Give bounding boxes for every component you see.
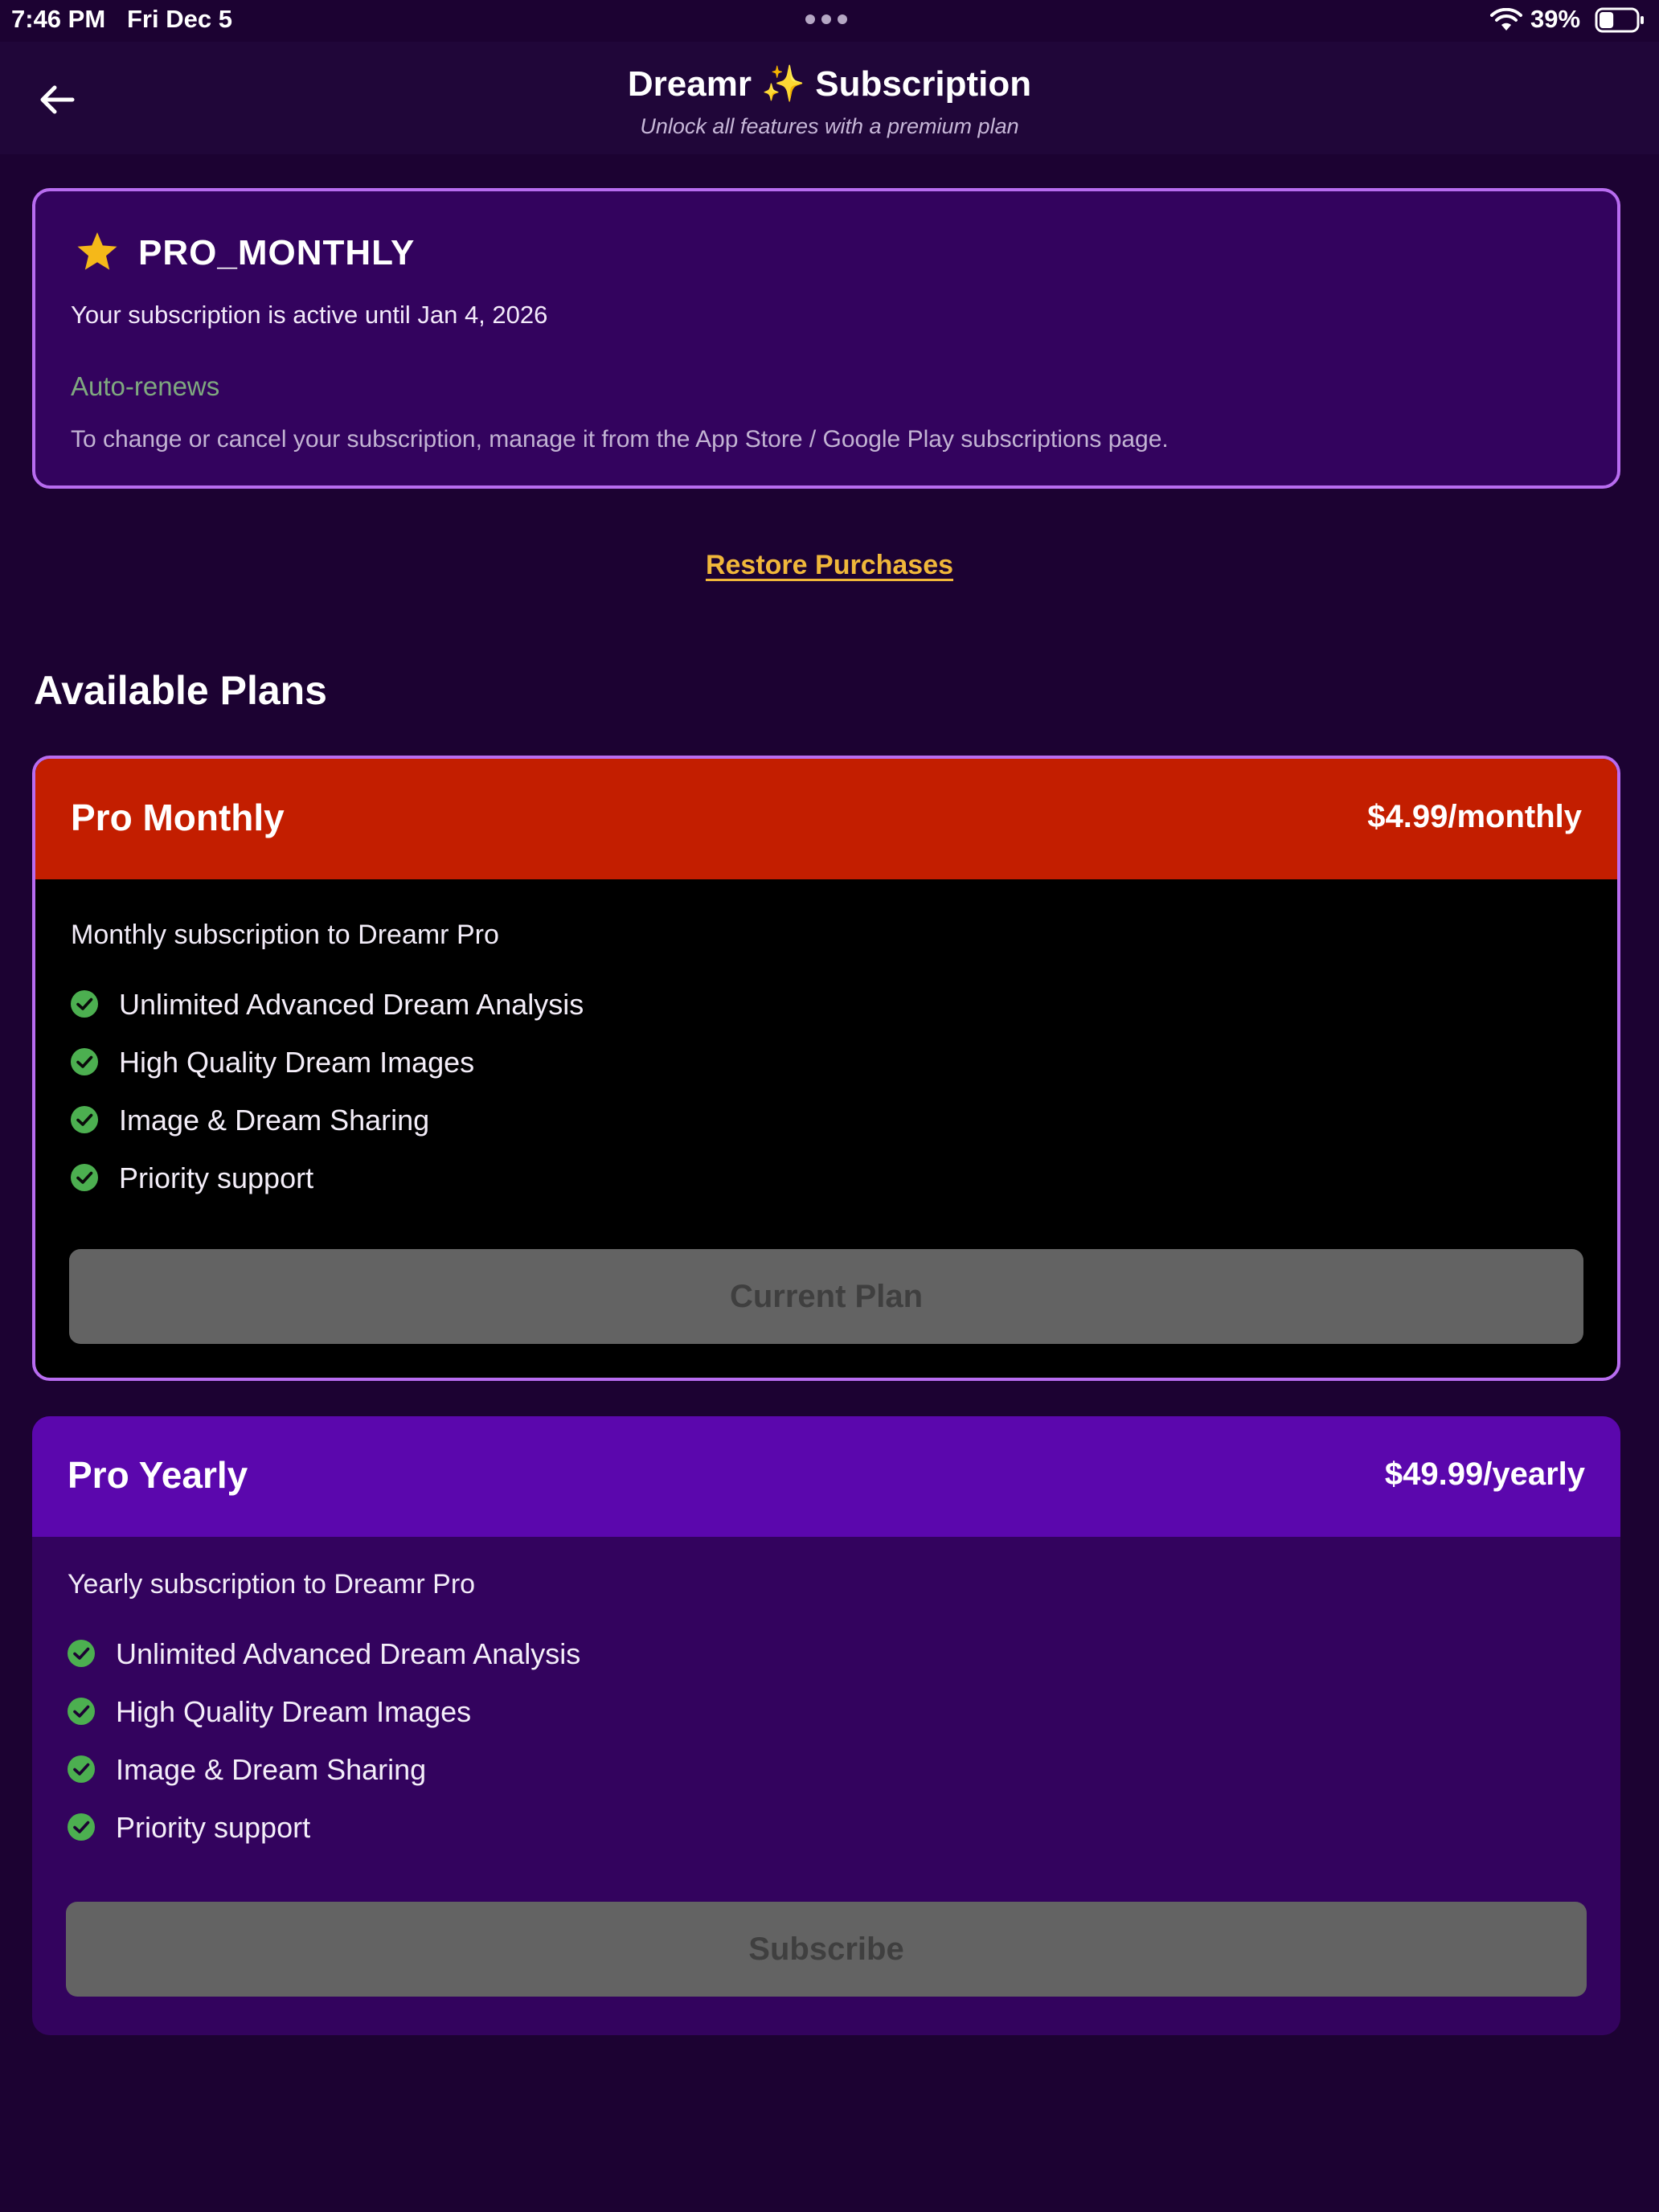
feature-item: Unlimited Advanced Dream Analysis <box>71 987 584 1045</box>
plan-description: Monthly subscription to Dreamr Pro <box>71 920 499 950</box>
title-suffix: Subscription <box>815 64 1032 104</box>
feature-label: High Quality Dream Images <box>116 1695 472 1728</box>
feature-label: Unlimited Advanced Dream Analysis <box>119 988 584 1021</box>
wifi-icon <box>1490 8 1522 31</box>
feature-label: Priority support <box>116 1811 311 1844</box>
check-circle-icon <box>71 1106 98 1133</box>
check-circle-icon <box>71 990 98 1018</box>
feature-item: High Quality Dream Images <box>68 1694 580 1752</box>
feature-label: Unlimited Advanced Dream Analysis <box>116 1637 581 1670</box>
current-plan-button[interactable]: Current Plan <box>69 1249 1583 1344</box>
sparkles-icon: ✨ <box>761 64 805 104</box>
status-bar: 7:46 PM Fri Dec 5 39% <box>0 0 1659 42</box>
feature-label: Priority support <box>119 1161 314 1194</box>
page-title: Dreamr ✨ Subscription <box>0 63 1659 104</box>
check-circle-icon <box>68 1755 95 1783</box>
battery-percent: 39% <box>1530 5 1581 33</box>
page-subtitle: Unlock all features with a premium plan <box>640 114 1019 138</box>
status-date: Fri Dec 5 <box>127 5 232 33</box>
plan-price: $49.99/yearly <box>1384 1456 1585 1492</box>
subscribe-button[interactable]: Subscribe <box>66 1902 1587 1997</box>
plan-card-pro-monthly: Pro Monthly $4.99/monthly Monthly subscr… <box>32 756 1620 1381</box>
check-circle-icon <box>71 1164 98 1191</box>
status-time: 7:46 PM <box>11 5 106 33</box>
star-icon <box>77 232 117 270</box>
manage-subscription-note: To change or cancel your subscription, m… <box>71 426 1169 453</box>
restore-purchases-link[interactable]: Restore Purchases <box>706 550 953 580</box>
feature-label: Image & Dream Sharing <box>116 1753 427 1786</box>
plan-description: Yearly subscription to Dreamr Pro <box>68 1569 476 1600</box>
title-app-name: Dreamr <box>627 64 752 104</box>
feature-label: Image & Dream Sharing <box>119 1104 430 1137</box>
check-circle-icon <box>68 1813 95 1841</box>
app-header: Dreamr ✨ Subscription Unlock all feature… <box>0 42 1659 154</box>
plan-name: Pro Yearly <box>68 1454 248 1496</box>
feature-list: Unlimited Advanced Dream Analysis High Q… <box>71 987 584 1219</box>
restore-purchases-row: Restore Purchases <box>0 550 1659 581</box>
feature-item: Image & Dream Sharing <box>68 1752 580 1810</box>
multitasking-dots-icon[interactable] <box>805 14 847 24</box>
feature-item: High Quality Dream Images <box>71 1045 584 1103</box>
active-plan-code: PRO_MONTHLY <box>138 233 416 272</box>
feature-item: Priority support <box>68 1810 580 1868</box>
feature-item: Image & Dream Sharing <box>71 1103 584 1161</box>
check-circle-icon <box>71 1048 98 1075</box>
feature-label: High Quality Dream Images <box>119 1046 475 1079</box>
available-plans-heading: Available Plans <box>34 668 327 713</box>
plan-header: Pro Yearly $49.99/yearly <box>32 1416 1620 1537</box>
plan-price: $4.99/monthly <box>1367 799 1582 834</box>
feature-item: Priority support <box>71 1161 584 1219</box>
subscription-status-text: Your subscription is active until Jan 4,… <box>71 301 548 329</box>
active-subscription-card: PRO_MONTHLY Your subscription is active … <box>32 188 1620 489</box>
feature-list: Unlimited Advanced Dream Analysis High Q… <box>68 1636 580 1868</box>
check-circle-icon <box>68 1640 95 1667</box>
feature-item: Unlimited Advanced Dream Analysis <box>68 1636 580 1694</box>
plan-card-pro-yearly: Pro Yearly $49.99/yearly Yearly subscrip… <box>32 1416 1620 2035</box>
plan-header: Pro Monthly $4.99/monthly <box>35 759 1617 879</box>
check-circle-icon <box>68 1698 95 1725</box>
auto-renews-label: Auto-renews <box>71 371 220 401</box>
plan-name: Pro Monthly <box>71 797 285 838</box>
battery-icon <box>1595 7 1644 33</box>
